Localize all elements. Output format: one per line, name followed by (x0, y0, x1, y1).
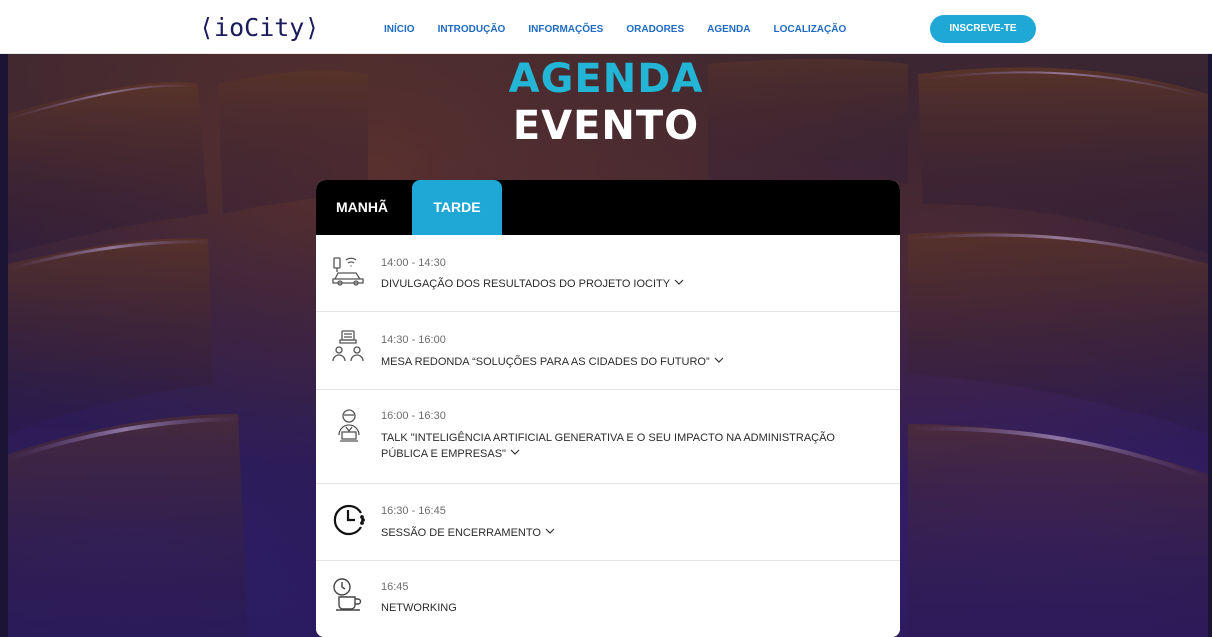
smart-car-icon (331, 252, 371, 292)
nav-localizacao[interactable]: LOCALIZAÇÃO (773, 24, 846, 35)
agenda-list: 14:00 - 14:30 DIVULGAÇÃO DOS RESULTADOS … (316, 235, 900, 637)
tab-tarde[interactable]: TARDE (412, 180, 502, 235)
agenda-card: MANHÃ TARDE 14:00 - 14:30 DIVULGAÇÃO DOS… (316, 180, 900, 637)
chevron-down-icon[interactable] (510, 446, 520, 461)
nav-oradores[interactable]: ORADORES (626, 24, 684, 35)
nav-introducao[interactable]: INTRODUÇÃO (438, 24, 506, 35)
main-nav: INÍCIO INTRODUÇÃO INFORMAÇÕES ORADORES A… (384, 24, 869, 35)
agenda-item: 16:45 NETWORKING (316, 561, 900, 637)
chevron-down-icon[interactable] (714, 354, 724, 369)
nav-informacoes[interactable]: INFORMAÇÕES (528, 24, 603, 35)
item-time: 16:00 - 16:30 (381, 410, 446, 422)
item-title: MESA REDONDA “SOLUÇÕES PARA AS CIDADES D… (381, 354, 881, 370)
item-title: TALK "INTELIGÊNCIA ARTIFICIAL GENERATIVA… (381, 432, 835, 461)
item-time: 14:00 - 14:30 (381, 257, 446, 269)
speaker-icon (331, 407, 371, 447)
chevron-down-icon[interactable] (545, 525, 555, 540)
chevron-down-icon[interactable] (674, 276, 684, 291)
agenda-item[interactable]: 14:00 - 14:30 DIVULGAÇÃO DOS RESULTADOS … (316, 235, 900, 312)
round-table-icon (331, 329, 371, 369)
agenda-tabs: MANHÃ TARDE (316, 180, 900, 235)
agenda-item[interactable]: 14:30 - 16:00 MESA REDONDA “SOLUÇÕES PAR… (316, 312, 900, 390)
register-button[interactable]: INSCREVE-TE (930, 15, 1036, 43)
item-title: NETWORKING (381, 602, 457, 614)
item-title: SESSÃO DE ENCERRAMENTO (381, 525, 881, 541)
coffee-break-icon (331, 576, 371, 616)
nav-inicio[interactable]: INÍCIO (384, 24, 415, 35)
section-title-evento: EVENTO (512, 103, 700, 149)
agenda-item[interactable]: 16:30 - 16:45 SESSÃO DE ENCERRAMENTO (316, 484, 900, 561)
item-time: 14:30 - 16:00 (381, 334, 446, 346)
site-header: ⟨ioCity⟩ INÍCIO INTRODUÇÃO INFORMAÇÕES O… (0, 0, 1212, 54)
item-time: 16:45 (381, 581, 409, 593)
iocity-logo[interactable]: ⟨ioCity⟩ (199, 13, 319, 42)
agenda-item[interactable]: 16:00 - 16:30 TALK "INTELIGÊNCIA ARTIFIC… (316, 390, 900, 484)
clock-icon (331, 501, 371, 541)
section-title-agenda: AGENDA (508, 56, 704, 102)
item-time: 16:30 - 16:45 (381, 505, 446, 517)
nav-agenda[interactable]: AGENDA (707, 24, 750, 35)
tab-manha[interactable]: MANHÃ (316, 180, 404, 235)
item-title: DIVULGAÇÃO DOS RESULTADOS DO PROJETO IOC… (381, 276, 881, 292)
